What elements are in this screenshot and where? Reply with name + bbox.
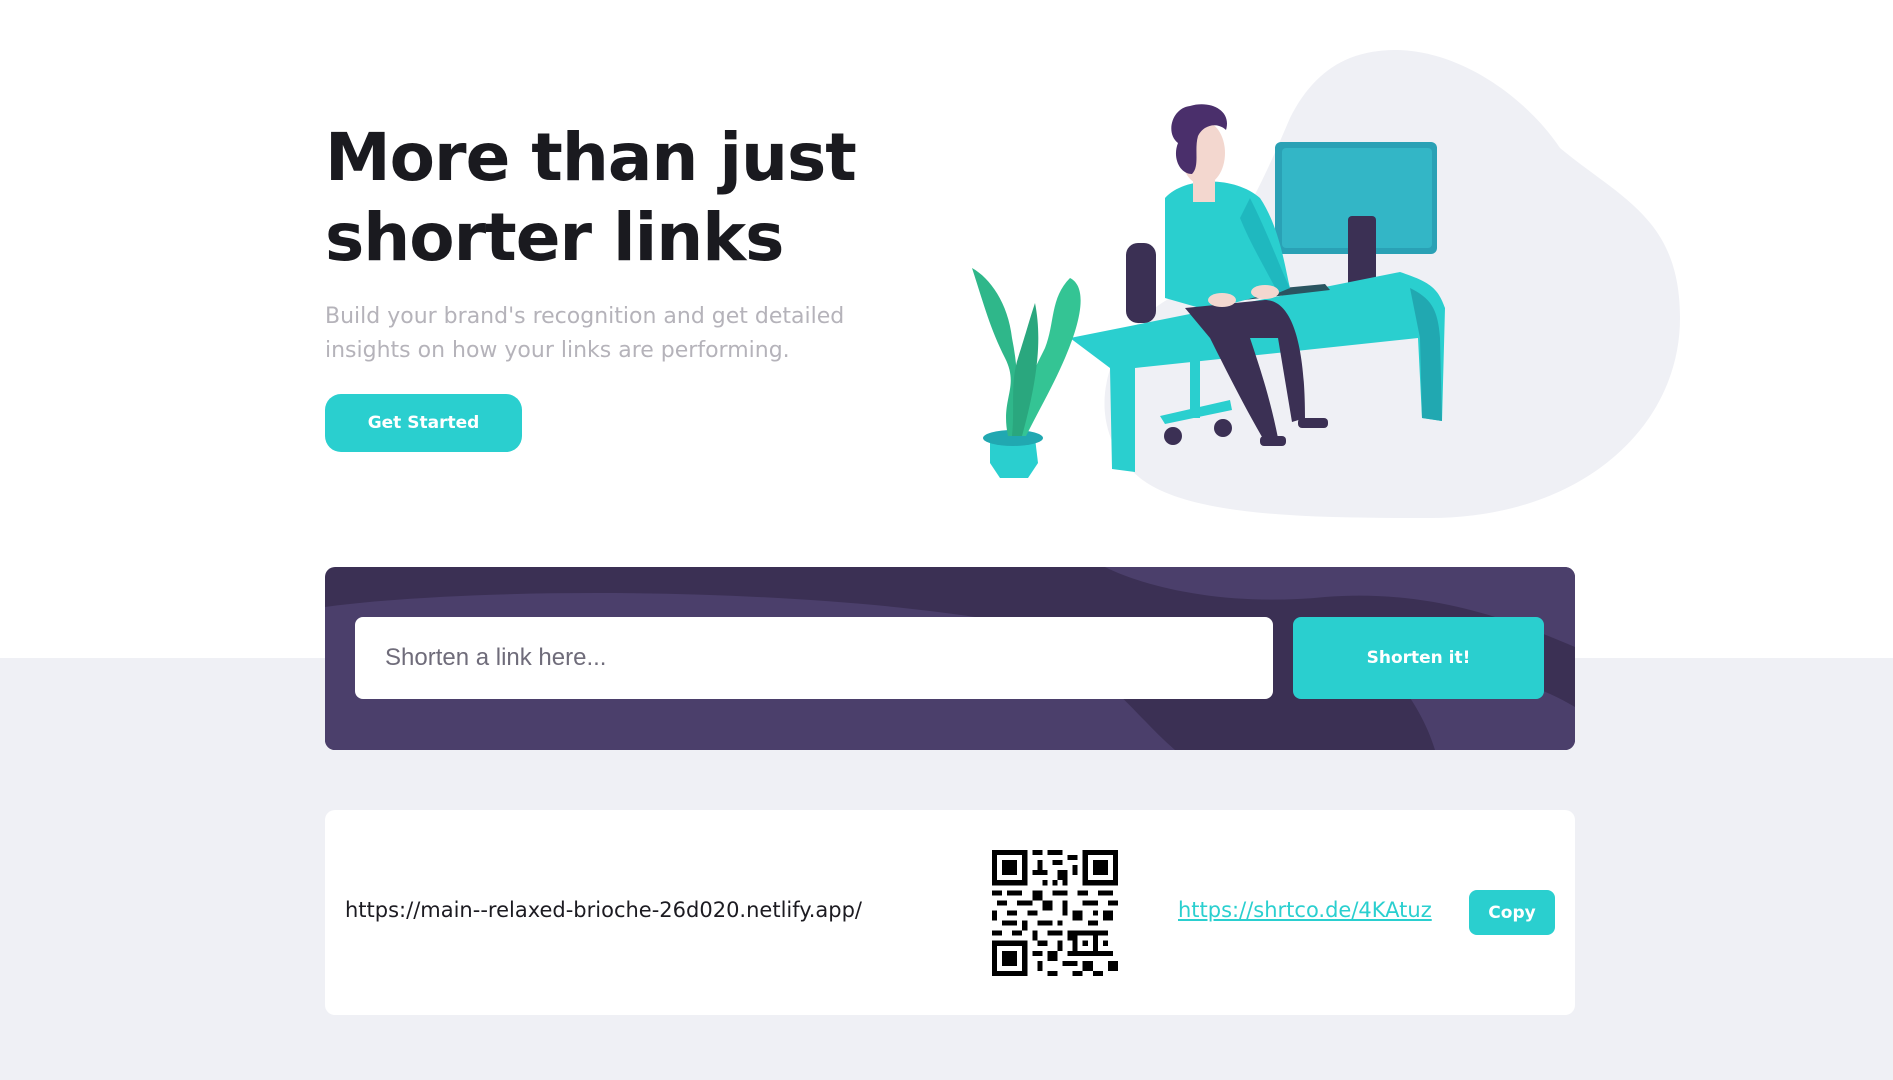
shorten-panel: Shorten it! (325, 567, 1575, 750)
hero-title: More than just shorter links (325, 118, 945, 278)
short-url-link[interactable]: https://shrtco.de/4KAtuz (1178, 898, 1432, 922)
hero-subtitle-line-2: insights on how your links are performin… (325, 338, 790, 363)
result-item: https://main--relaxed-brioche-26d020.net… (325, 810, 1575, 1015)
hero-subtitle: Build your brand's recognition and get d… (325, 300, 885, 368)
original-url: https://main--relaxed-brioche-26d020.net… (345, 898, 862, 922)
hero-title-line-2: shorter links (325, 199, 784, 276)
shorten-it-button[interactable]: Shorten it! (1293, 617, 1544, 699)
person-working-at-desk-illustration (972, 50, 1680, 518)
hero-title-line-1: More than just (325, 119, 857, 196)
get-started-button[interactable]: Get Started (325, 394, 522, 452)
shorten-link-input[interactable] (355, 617, 1273, 699)
copy-button[interactable]: Copy (1469, 890, 1555, 935)
hero-subtitle-line-1: Build your brand's recognition and get d… (325, 304, 845, 329)
qr-code-icon (992, 850, 1118, 976)
